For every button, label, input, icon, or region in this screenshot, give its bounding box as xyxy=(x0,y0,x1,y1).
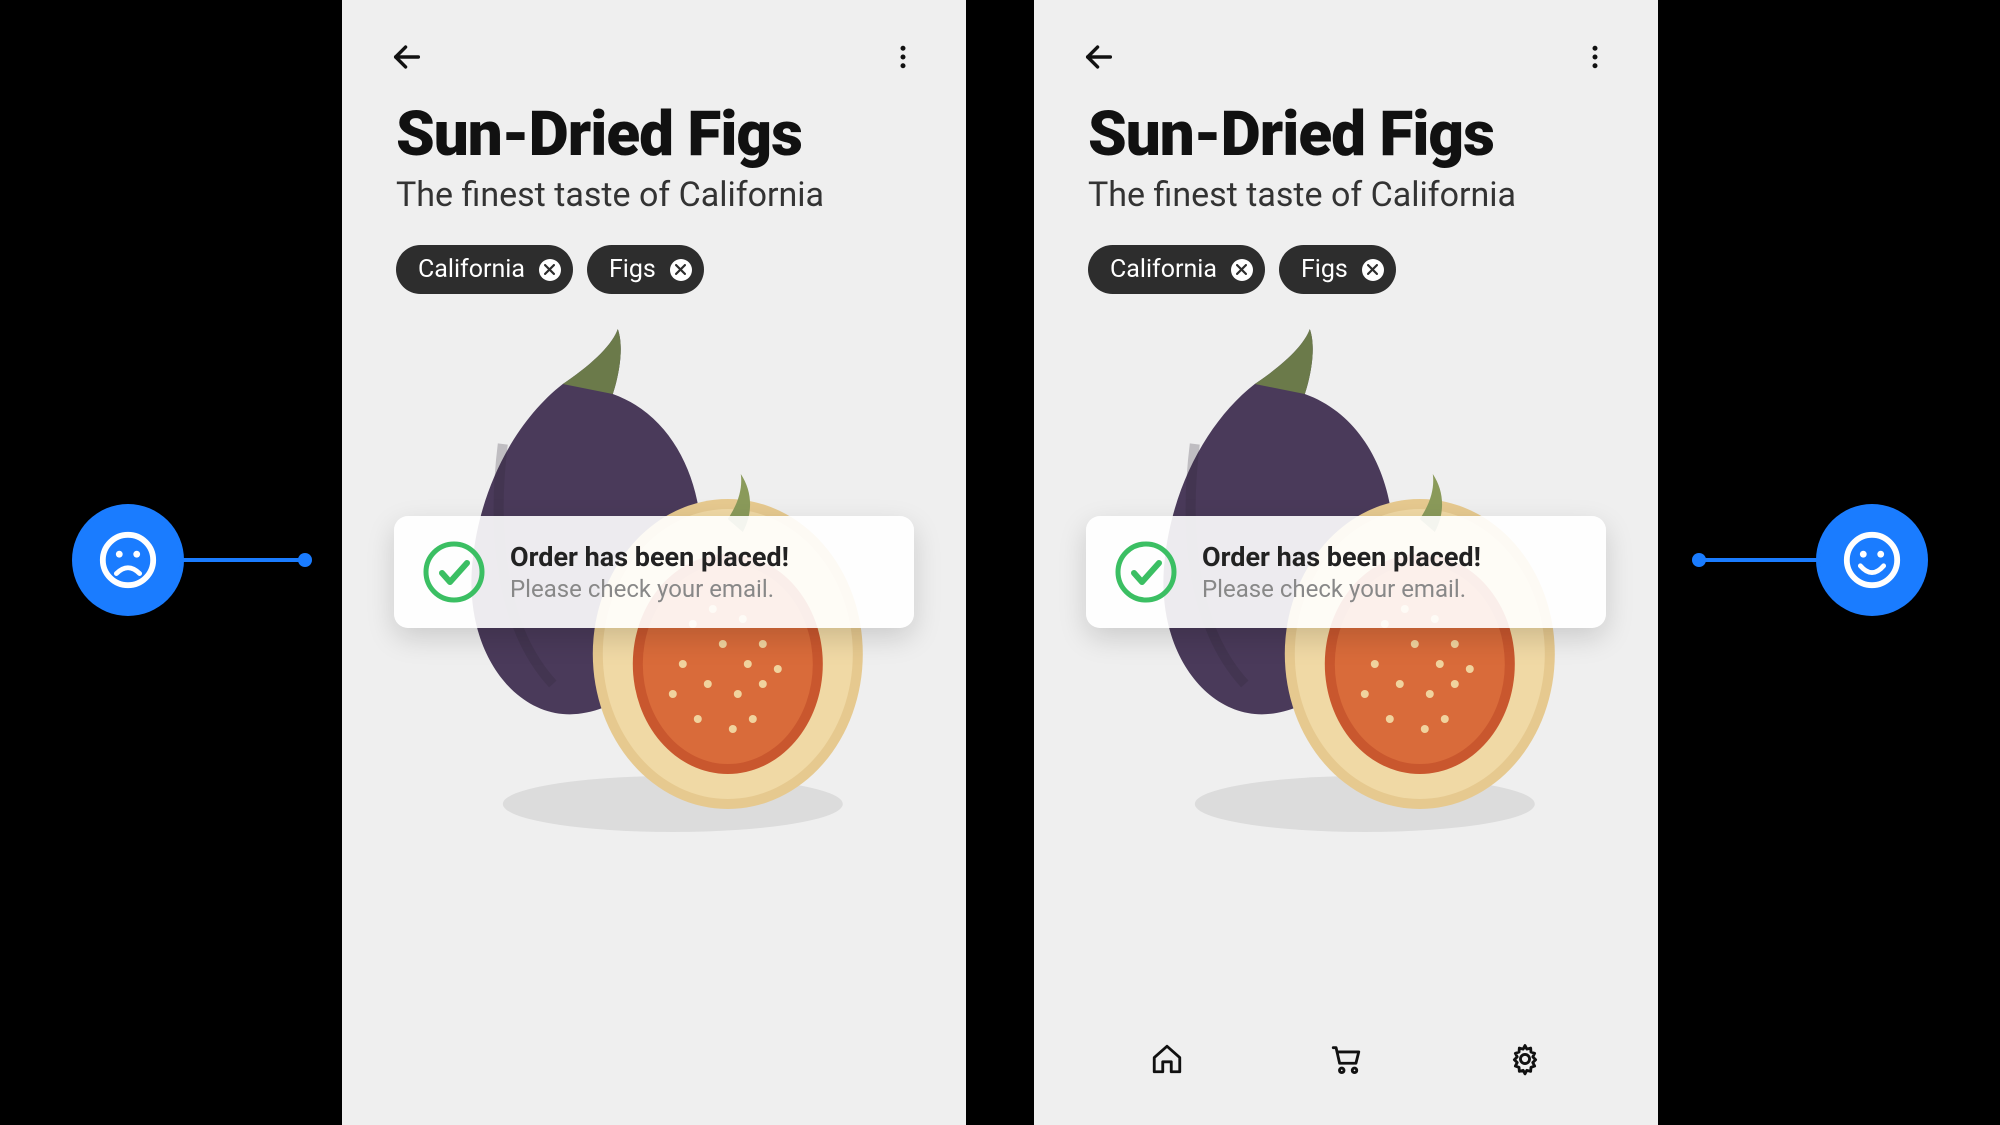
home-icon xyxy=(1150,1042,1184,1076)
chip-california[interactable]: California xyxy=(396,245,573,294)
nav-cart[interactable] xyxy=(1326,1039,1366,1079)
close-icon xyxy=(1236,264,1247,275)
order-toast: Order has been placed! Please check your… xyxy=(1086,516,1606,628)
toast-title: Order has been placed! xyxy=(510,541,789,573)
nav-home[interactable] xyxy=(1147,1039,1187,1079)
product-subtitle: The finest taste of California xyxy=(1088,175,1604,215)
cart-icon xyxy=(1329,1042,1363,1076)
close-icon xyxy=(544,264,555,275)
product-content: Sun-Dried Figs The finest taste of Calif… xyxy=(342,92,966,904)
happy-face-icon xyxy=(1841,529,1903,591)
toast-text: Order has been placed! Please check your… xyxy=(1202,541,1481,603)
order-toast: Order has been placed! Please check your… xyxy=(394,516,914,628)
more-vertical-icon xyxy=(888,42,918,72)
feedback-connector-dot-left xyxy=(298,553,312,567)
chip-remove-button[interactable] xyxy=(539,259,561,281)
arrow-left-icon xyxy=(1082,40,1116,74)
tag-chips: California Figs xyxy=(1088,245,1604,294)
product-title: Sun-Dried Figs xyxy=(396,102,912,167)
feedback-badge-sad xyxy=(76,508,180,612)
product-title: Sun-Dried Figs xyxy=(1088,102,1604,167)
sad-face-icon xyxy=(97,529,159,591)
chip-remove-button[interactable] xyxy=(670,259,692,281)
chip-california[interactable]: California xyxy=(1088,245,1265,294)
chip-label: Figs xyxy=(609,255,656,284)
check-circle-icon xyxy=(1114,540,1178,604)
product-image-area: Order has been placed! Please check your… xyxy=(1088,324,1604,904)
toast-subtitle: Please check your email. xyxy=(510,575,789,603)
product-subtitle: The finest taste of California xyxy=(396,175,912,215)
check-circle-icon xyxy=(422,540,486,604)
phone-screen-right: Sun-Dried Figs The finest taste of Calif… xyxy=(1034,0,1658,1125)
product-content: Sun-Dried Figs The finest taste of Calif… xyxy=(1034,92,1658,904)
nav-settings[interactable] xyxy=(1505,1039,1545,1079)
phone-screen-left: Sun-Dried Figs The finest taste of Calif… xyxy=(342,0,966,1125)
feedback-connector-dot-right xyxy=(1692,553,1706,567)
top-bar xyxy=(1034,0,1658,92)
more-menu-button[interactable] xyxy=(888,42,918,72)
top-bar xyxy=(342,0,966,92)
feedback-badge-happy xyxy=(1820,508,1924,612)
back-button[interactable] xyxy=(390,40,424,74)
chip-figs[interactable]: Figs xyxy=(1279,245,1396,294)
close-icon xyxy=(675,264,686,275)
gear-icon xyxy=(1508,1042,1542,1076)
more-menu-button[interactable] xyxy=(1580,42,1610,72)
chip-figs[interactable]: Figs xyxy=(587,245,704,294)
feedback-connector-left xyxy=(176,558,306,562)
chip-remove-button[interactable] xyxy=(1362,259,1384,281)
toast-title: Order has been placed! xyxy=(1202,541,1481,573)
bottom-nav xyxy=(1034,1039,1658,1079)
back-button[interactable] xyxy=(1082,40,1116,74)
more-vertical-icon xyxy=(1580,42,1610,72)
close-icon xyxy=(1367,264,1378,275)
toast-text: Order has been placed! Please check your… xyxy=(510,541,789,603)
chip-label: Figs xyxy=(1301,255,1348,284)
chip-remove-button[interactable] xyxy=(1231,259,1253,281)
toast-subtitle: Please check your email. xyxy=(1202,575,1481,603)
arrow-left-icon xyxy=(390,40,424,74)
tag-chips: California Figs xyxy=(396,245,912,294)
feedback-connector-right xyxy=(1694,558,1824,562)
product-image-area: Order has been placed! Please check your… xyxy=(396,324,912,904)
chip-label: California xyxy=(418,255,525,284)
chip-label: California xyxy=(1110,255,1217,284)
